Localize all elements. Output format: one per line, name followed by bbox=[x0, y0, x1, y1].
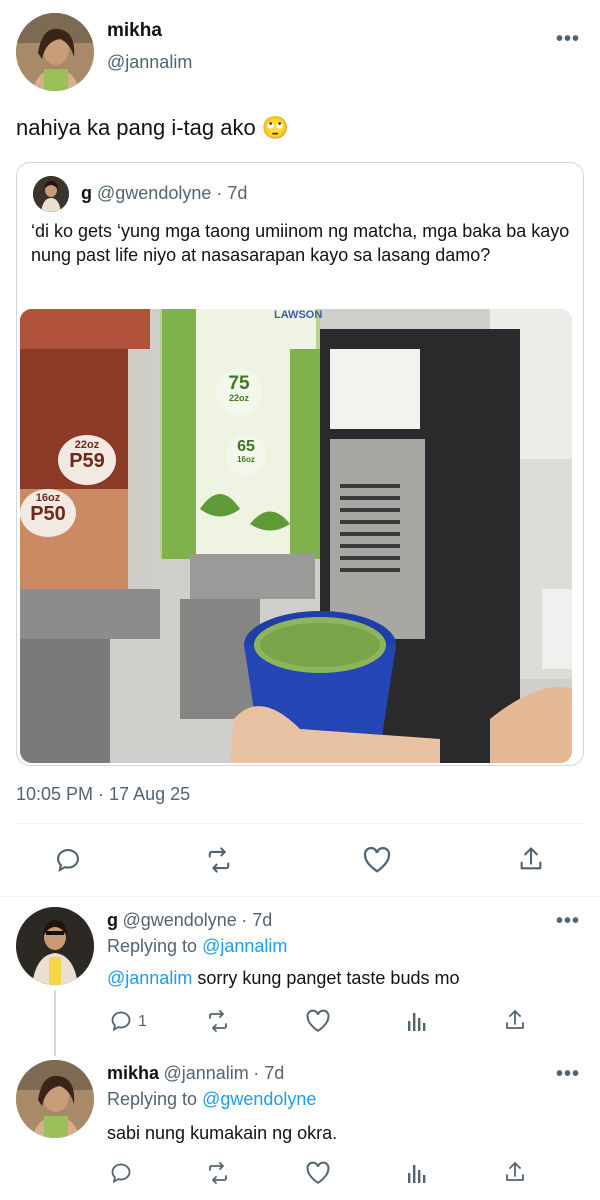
quoted-avatar bbox=[33, 176, 69, 212]
reply-text: sorry kung panget taste buds mo bbox=[192, 968, 460, 988]
reply-time: · 7d bbox=[253, 1063, 285, 1083]
reply-avatar[interactable] bbox=[16, 1060, 94, 1138]
reply-count: 1 bbox=[138, 1013, 147, 1030]
price-tag-price: P59 bbox=[69, 450, 105, 472]
quoted-header: g @gwendolyne · 7d bbox=[81, 183, 247, 204]
price-tag-price: 75 bbox=[228, 373, 250, 394]
share-icon[interactable] bbox=[518, 845, 544, 873]
price-tag-left-small: 16oz P50 bbox=[20, 489, 76, 537]
replying-to: Replying to @jannalim bbox=[107, 936, 287, 957]
price-tag-price: P50 bbox=[30, 503, 66, 525]
reply-handle[interactable]: @jannalim bbox=[163, 1063, 248, 1083]
mention-link[interactable]: @jannalim bbox=[107, 968, 192, 988]
replying-to-link[interactable]: @jannalim bbox=[202, 936, 287, 956]
quoted-time: · 7d bbox=[216, 183, 248, 203]
retweet-icon[interactable] bbox=[204, 846, 234, 874]
thread-line bbox=[54, 990, 56, 1056]
user-handle[interactable]: @jannalim bbox=[107, 52, 192, 73]
more-icon[interactable]: ••• bbox=[556, 28, 580, 51]
replying-to-link[interactable]: @gwendolyne bbox=[202, 1089, 316, 1109]
reply-icon[interactable] bbox=[108, 1161, 134, 1185]
price-tag-right-large: 75 22oz bbox=[216, 369, 262, 415]
reply-body: sabi nung kumakain ng okra. bbox=[107, 1123, 338, 1143]
reply-time: · 7d bbox=[241, 910, 273, 930]
store-logo: LAWSON bbox=[274, 309, 323, 321]
reply-icon[interactable] bbox=[108, 1009, 134, 1033]
reply-header: mikha @jannalim · 7d bbox=[107, 1063, 284, 1084]
analytics-icon[interactable] bbox=[406, 1009, 428, 1033]
like-icon[interactable] bbox=[304, 1009, 332, 1033]
more-icon[interactable]: ••• bbox=[556, 1063, 580, 1086]
analytics-icon[interactable] bbox=[406, 1161, 428, 1185]
price-tag-size: 22oz bbox=[228, 393, 249, 403]
share-icon[interactable] bbox=[504, 1008, 526, 1032]
quoted-display-name[interactable]: g bbox=[81, 183, 92, 203]
quoted-photo[interactable]: LAWSON 22oz P59 16oz P50 75 22oz 65 16oz bbox=[20, 309, 572, 763]
quoted-handle[interactable]: @gwendolyne bbox=[97, 183, 211, 203]
tweet-text-content: nahiya ka pang i-tag ako bbox=[16, 115, 256, 140]
reply-avatar[interactable] bbox=[16, 907, 94, 985]
display-name[interactable]: mikha bbox=[107, 20, 162, 42]
retweet-icon[interactable] bbox=[204, 1161, 232, 1185]
more-icon[interactable]: ••• bbox=[556, 910, 580, 933]
replying-to: Replying to @gwendolyne bbox=[107, 1089, 316, 1110]
quoted-tweet-card[interactable]: g @gwendolyne · 7d ‘di ko gets ‘yung mga… bbox=[16, 162, 584, 766]
replying-to-prefix: Replying to bbox=[107, 936, 198, 956]
like-icon[interactable] bbox=[304, 1161, 332, 1185]
tweet-text: nahiya ka pang i-tag ako 🙄 bbox=[16, 114, 289, 142]
share-icon[interactable] bbox=[504, 1160, 526, 1184]
price-tag-price: 65 bbox=[237, 438, 255, 455]
divider bbox=[16, 823, 584, 824]
tweet-timestamp[interactable]: 10:05 PM · 17 Aug 25 bbox=[16, 784, 190, 805]
reply-display-name[interactable]: mikha bbox=[107, 1063, 159, 1083]
eye-roll-emoji: 🙄 bbox=[261, 115, 290, 140]
like-icon[interactable] bbox=[362, 846, 392, 874]
divider bbox=[0, 896, 600, 897]
price-tag-left-large: 22oz P59 bbox=[58, 435, 116, 485]
reply-body: @jannalim sorry kung panget taste buds m… bbox=[107, 966, 459, 990]
reply-handle[interactable]: @gwendolyne bbox=[122, 910, 236, 930]
retweet-icon[interactable] bbox=[204, 1009, 232, 1033]
avatar[interactable] bbox=[16, 13, 94, 91]
price-tag-size: 16oz bbox=[237, 455, 255, 464]
reply-icon[interactable] bbox=[54, 846, 82, 874]
reply-display-name[interactable]: g bbox=[107, 910, 118, 930]
reply-header: g @gwendolyne · 7d bbox=[107, 910, 272, 931]
quoted-text: ‘di ko gets ‘yung mga taong umiinom ng m… bbox=[31, 221, 570, 265]
replying-to-prefix: Replying to bbox=[107, 1089, 198, 1109]
price-tag-right-small: 65 16oz bbox=[226, 435, 266, 475]
